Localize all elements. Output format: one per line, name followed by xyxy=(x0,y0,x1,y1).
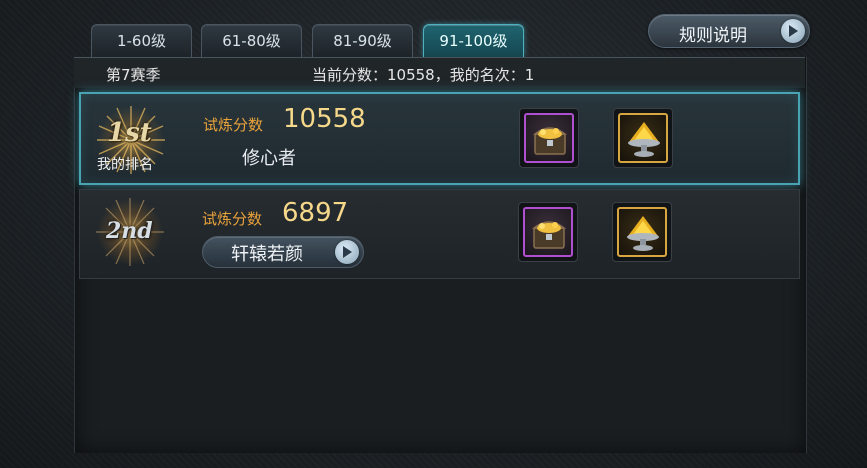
rank-badge: 2nd xyxy=(106,218,153,244)
ranking-row-2: 2nd 试炼分数 6897 轩辕若颜 xyxy=(79,189,800,279)
score-label: 试炼分数 xyxy=(203,116,264,134)
player-name: 轩辕若颜 xyxy=(231,244,303,265)
reward-slot-1[interactable] xyxy=(519,108,579,168)
rules-button-label: 规则说明 xyxy=(679,26,747,46)
play-arrow-icon xyxy=(781,19,805,43)
tab-level-61-80[interactable]: 61-80级 xyxy=(201,24,302,57)
gold-pile-icon xyxy=(627,216,659,251)
reward-slot-2[interactable] xyxy=(612,202,672,262)
rules-button[interactable]: 规则说明 xyxy=(648,14,810,48)
player-name-button[interactable]: 轩辕若颜 xyxy=(202,236,364,268)
treasure-chest-icon xyxy=(531,221,567,249)
gold-pile-icon xyxy=(628,122,660,157)
score-label: 试炼分数 xyxy=(202,210,263,228)
treasure-chest-icon xyxy=(532,127,568,155)
reward-slot-2[interactable] xyxy=(613,108,673,168)
rank-badge: 1st xyxy=(107,118,152,148)
play-arrow-icon xyxy=(335,240,359,264)
score-value: 6897 xyxy=(282,198,349,228)
my-rank-caption: 我的排名 xyxy=(97,157,153,173)
tab-level-1-60[interactable]: 1-60级 xyxy=(91,24,192,57)
current-score-info: 当前分数：10558，我的名次：1 xyxy=(312,66,535,84)
ranking-header: 第7赛季 当前分数：10558，我的名次：1 xyxy=(74,57,805,88)
season-label: 第7赛季 xyxy=(106,66,161,84)
tab-level-81-90[interactable]: 81-90级 xyxy=(312,24,413,57)
tab-level-91-100[interactable]: 91-100级 xyxy=(423,24,524,57)
reward-slot-1[interactable] xyxy=(518,202,578,262)
score-value: 10558 xyxy=(283,104,366,134)
ranking-row-1: 1st 我的排名 试炼分数 10558 修心者 xyxy=(79,92,800,185)
player-name: 修心者 xyxy=(242,148,296,169)
